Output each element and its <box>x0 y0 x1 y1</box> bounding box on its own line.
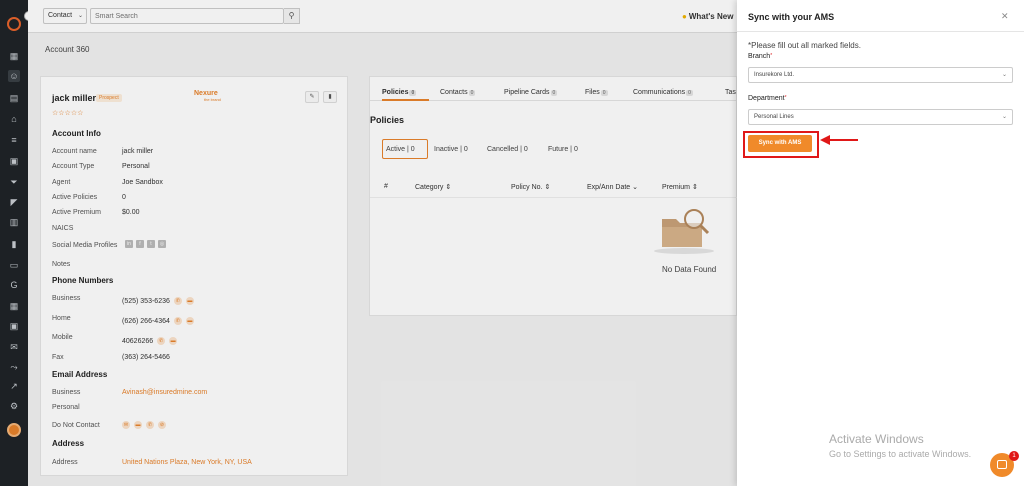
sync-ams-drawer: Sync with your AMS ✕ *Please fill out al… <box>737 0 1024 486</box>
required-fields-note: *Please fill out all marked fields. <box>748 41 861 50</box>
chevron-down-icon: ⌄ <box>1001 114 1007 120</box>
drawer-title: Sync with your AMS <box>748 12 835 22</box>
watermark-line2: Go to Settings to activate Windows. <box>829 449 972 459</box>
close-icon[interactable]: ✕ <box>1001 11 1009 22</box>
modal-backdrop[interactable] <box>0 0 737 486</box>
watermark-line1: Activate Windows <box>829 432 924 446</box>
department-label-text: Department <box>748 95 785 102</box>
drawer-divider <box>737 31 1024 32</box>
required-mark: * <box>770 53 773 59</box>
chat-notification-badge: 1 <box>1009 451 1019 461</box>
branch-label: Branch* <box>748 53 772 60</box>
department-select[interactable]: Personal Lines ⌄ <box>748 109 1013 125</box>
department-label: Department* <box>748 95 787 102</box>
chevron-down-icon: ⌄ <box>1001 72 1007 78</box>
department-select-value: Personal Lines <box>754 114 794 120</box>
branch-label-text: Branch <box>748 53 771 60</box>
branch-select-value: Insurekore Ltd. <box>754 72 795 78</box>
sync-with-ams-button[interactable]: Sync with AMS <box>748 135 812 152</box>
pointer-arrow-icon <box>820 135 858 145</box>
activation-watermark: Activate Windows Go to Settings to activ… <box>829 432 971 459</box>
required-mark: * <box>784 95 787 101</box>
branch-select[interactable]: Insurekore Ltd. ⌄ <box>748 67 1013 83</box>
chat-icon <box>997 460 1007 469</box>
